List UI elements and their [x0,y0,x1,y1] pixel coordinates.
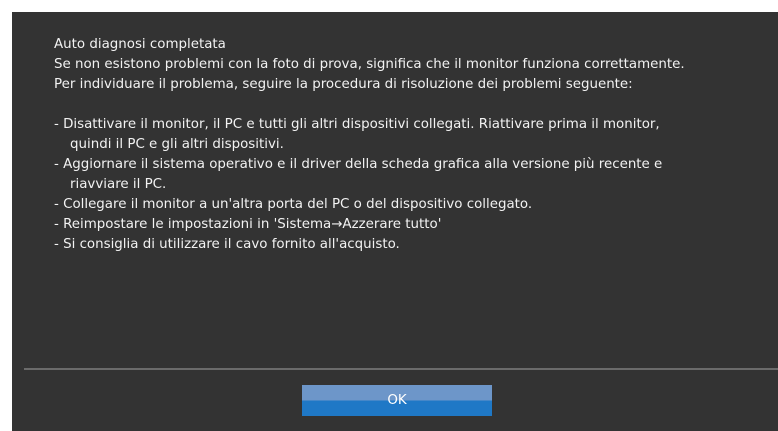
dialog-title: Auto diagnosi completata [54,37,226,52]
dialog-divider [24,368,778,370]
step-1: - Disattivare il monitor, il PC e tutti … [54,117,660,132]
message-line-1: Se non esistono problemi con la foto di … [54,57,685,72]
step-1-continuation: quindi il PC e gli altri dispositivi. [70,137,284,152]
step-2: - Aggiornare il sistema operativo e il d… [54,157,663,172]
step-3: - Collegare il monitor a un'altra porta … [54,197,533,212]
diagnostic-dialog: Auto diagnosi completata Se non esistono… [12,12,778,431]
step-5: - Si consiglia di utilizzare il cavo for… [54,237,400,252]
ok-button[interactable]: OK [302,385,492,416]
message-line-2: Per individuare il problema, seguire la … [54,77,633,92]
dialog-message: Auto diagnosi completata Se non esistono… [54,35,754,255]
step-4: - Reimpostare le impostazioni in 'Sistem… [54,217,442,232]
step-2-continuation: riavviare il PC. [70,177,167,192]
